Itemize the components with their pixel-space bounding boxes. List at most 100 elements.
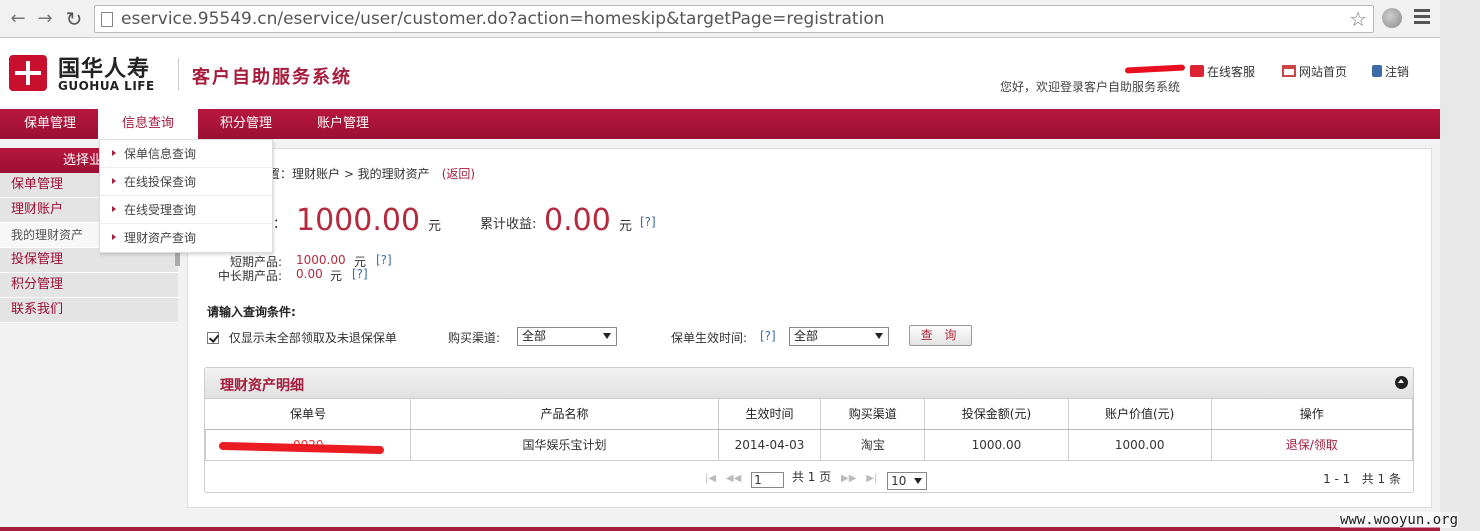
total-pages-text: 共 1 页 [791,470,832,484]
short-term-value: 1000.00 [296,253,346,267]
sidebar-item-contact[interactable]: 联系我们 [0,298,178,323]
site-home-link[interactable]: 网站首页 [1282,63,1347,80]
unclaimed-only-label: 仅显示未全部领取及未退保保单 [228,331,397,345]
effective-time-select[interactable]: 全部 [789,327,889,346]
extension-globe-icon[interactable] [1382,8,1402,28]
online-service-label: 在线客服 [1207,65,1256,79]
logout-link[interactable]: 注销 [1372,63,1409,80]
system-title: 客户自助服务系统 [192,67,352,88]
dropdown-online-accept-query[interactable]: 在线受理查询 [100,196,272,224]
asset-detail-panel: 理财资产明细 保单号 产品名称 生效时间 购买渠道 投保金额(元) 账户价值(元… [204,367,1414,493]
nav-points-management[interactable]: 积分管理 [196,109,296,139]
window-gutter [1440,0,1480,531]
long-term-unit: 元 [330,269,343,283]
cell-premium: 1000.00 [924,428,1069,461]
chevron-down-icon [603,333,611,339]
record-count: 1 - 1 共 1 条 [1323,472,1401,486]
unclaimed-only-checkbox[interactable] [207,332,219,344]
short-term-help[interactable]: [?] [376,253,392,267]
browser-menu-icon[interactable] [1414,9,1430,27]
effective-time-select-value: 全部 [794,329,819,343]
welcome-text: 您好，欢迎登录客户自助服务系统 [1000,80,1181,94]
income-unit: 元 [619,219,633,234]
asset-detail-title: 理财资产明细 [220,378,304,394]
long-term-value: 0.00 [296,267,323,281]
pagination: |◀ ◀◀ 1 共 1 页 ▶▶ ▶| 10 [705,468,928,490]
page-number-input[interactable]: 1 [751,472,785,488]
last-page-icon[interactable]: ▶| [866,473,877,484]
breadcrumb: 置：理财账户 > 我的理财资产 (返回) [268,165,475,182]
page-size-value: 10 [891,474,907,488]
sidebar-item-points[interactable]: 积分管理 [0,273,178,298]
col-premium: 投保金额(元) [924,399,1069,430]
effective-time-label: 保单生效时间: [671,331,748,345]
first-page-icon[interactable]: |◀ [705,473,716,484]
watermark: www.wooyun.org [1340,512,1459,528]
url-text: eservice.95549.cn/eservice/user/customer… [121,9,885,29]
col-effective-date: 生效时间 [718,399,822,430]
unclaimed-only-option[interactable]: 仅显示未全部领取及未退保保单 [207,329,397,346]
asset-detail-header: 理财资产明细 [205,368,1413,399]
guohua-logo-icon [9,55,47,91]
cell-effective-date: 2014-04-03 [717,428,822,461]
page-icon [101,12,113,27]
channel-select[interactable]: 全部 [517,327,617,346]
income-value: 0.00 [544,203,611,238]
total-value-unit: 元 [428,219,442,234]
bookmark-star-icon[interactable]: ☆ [1349,7,1367,31]
main-nav: 保单管理 信息查询 积分管理 账户管理 [0,109,1440,139]
prev-page-icon[interactable]: ◀◀ [726,473,741,484]
col-product-name: 产品名称 [410,399,719,430]
income-help[interactable]: [?] [640,215,656,229]
logo-english: GUOHUA LIFE [58,79,155,93]
query-button[interactable]: 查 询 [909,325,972,346]
forward-arrow-icon[interactable]: → [33,7,57,31]
logout-icon [1372,65,1382,77]
logo-divider [178,58,179,90]
chevron-down-icon [875,333,883,339]
cell-action: 退保/领取 [1210,428,1414,461]
dropdown-policy-info-query[interactable]: 保单信息查询 [100,140,272,168]
page-size-select[interactable]: 10 [887,472,928,490]
breadcrumb-path: 置：理财账户 > 我的理财资产 [268,167,430,181]
dropdown-wealth-asset-query[interactable]: 理财资产查询 [100,224,272,252]
logout-label: 注销 [1385,65,1410,79]
nav-info-query[interactable]: 信息查询 [98,109,199,139]
col-channel: 购买渠道 [820,399,926,430]
channel-label: 购买渠道: [448,331,501,345]
main-panel: 置：理财账户 > 我的理财资产 (返回) 值： 1000.00 元 累计收益: 0… [187,148,1432,508]
income-label: 累计收益: [480,217,537,232]
address-bar[interactable]: eservice.95549.cn/eservice/user/customer… [94,5,1374,33]
effective-time-help[interactable]: [?] [760,329,776,343]
redacted-username [1124,64,1186,74]
back-link[interactable]: (返回) [442,167,475,181]
query-conditions-title: 请输入查询条件: [207,305,296,319]
col-account-value: 账户价值(元) [1068,399,1212,430]
total-value: 1000.00 [296,203,421,238]
site-header: 国华人寿 GUOHUA LIFE 客户自助服务系统 在线客服 网站首页 注销 您… [0,38,1440,109]
col-policy-no: 保单号 [205,399,412,430]
table-row: 0020 国华娱乐宝计划 2014-04-03 淘宝 1000.00 1000.… [204,428,1414,461]
info-query-dropdown: 保单信息查询 在线投保查询 在线受理查询 理财资产查询 [99,139,273,253]
chat-icon [1190,65,1204,77]
surrender-claim-link[interactable]: 退保/领取 [1286,438,1338,452]
dropdown-online-insure-query[interactable]: 在线投保查询 [100,168,272,196]
collapse-icon[interactable] [1395,376,1408,389]
long-term-help[interactable]: [?] [352,267,368,281]
nav-account-management[interactable]: 账户管理 [293,109,393,139]
reload-icon[interactable]: ↻ [62,7,86,31]
col-action: 操作 [1211,399,1414,430]
online-service-link[interactable]: 在线客服 [1190,63,1255,80]
cell-account-value: 1000.00 [1067,428,1212,461]
long-term-label: 中长期产品: [218,269,283,283]
cell-channel: 淘宝 [820,428,926,461]
site-home-label: 网站首页 [1299,65,1348,79]
chevron-down-icon [914,478,923,484]
home-icon [1282,65,1296,77]
cell-product-name: 国华娱乐宝计划 [410,428,719,461]
nav-policy-management[interactable]: 保单管理 [0,109,100,139]
browser-toolbar: ← → ↻ eservice.95549.cn/eservice/user/cu… [0,0,1440,38]
channel-select-value: 全部 [522,329,547,343]
back-arrow-icon[interactable]: ← [6,7,30,31]
next-page-icon[interactable]: ▶▶ [841,473,856,484]
